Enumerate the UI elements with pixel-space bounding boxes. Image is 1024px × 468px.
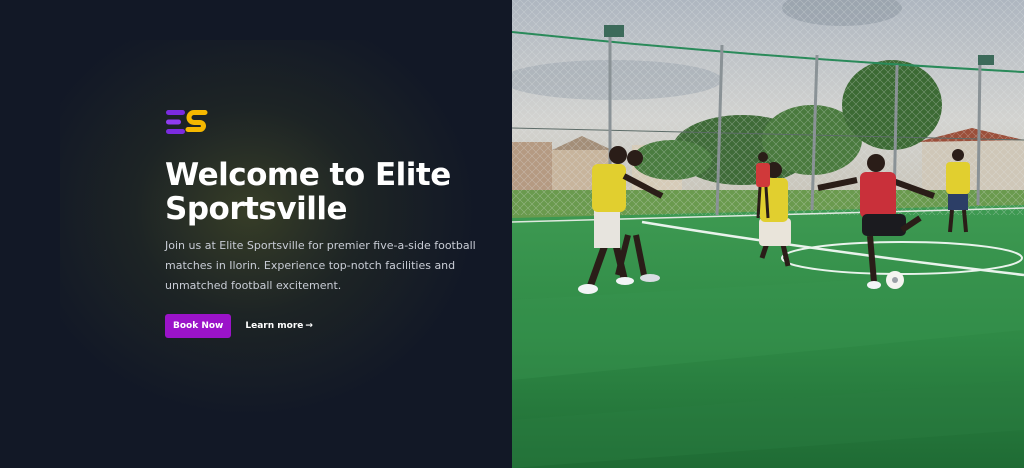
book-now-button[interactable]: Book Now bbox=[165, 314, 232, 338]
hero-content: Welcome to Elite Sportsville Join us at … bbox=[165, 108, 505, 338]
hero-section: Welcome to Elite Sportsville Join us at … bbox=[0, 0, 1024, 468]
hero-description: Join us at Elite Sportsville for premier… bbox=[165, 239, 476, 292]
arrow-right-icon: → bbox=[305, 321, 313, 331]
hero-title: Welcome to Elite Sportsville bbox=[165, 157, 451, 227]
hero-image bbox=[512, 0, 1024, 468]
football-pitch-photo bbox=[512, 0, 1024, 468]
hero-text-panel: Welcome to Elite Sportsville Join us at … bbox=[0, 0, 512, 468]
hero-actions: Book Now Learn more → bbox=[165, 314, 505, 338]
brand-logo[interactable] bbox=[165, 108, 211, 136]
learn-more-link[interactable]: Learn more → bbox=[245, 321, 313, 331]
elite-sportsville-logo-icon bbox=[166, 110, 208, 134]
learn-more-label: Learn more bbox=[245, 321, 304, 331]
